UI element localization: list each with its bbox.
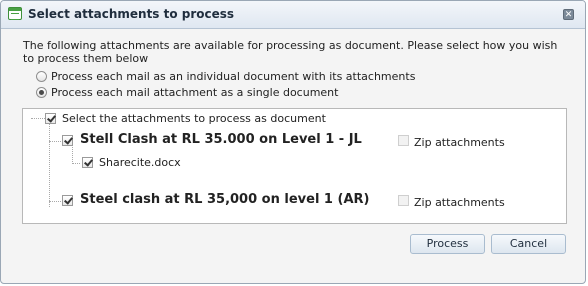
- close-icon[interactable]: ✕: [563, 9, 574, 20]
- cancel-button[interactable]: Cancel: [491, 234, 566, 254]
- root-select-checkbox[interactable]: [45, 113, 56, 124]
- tree-connector: [31, 118, 45, 119]
- tree-connector: [72, 147, 73, 164]
- select-attachments-dialog: Select attachments to process ✕ The foll…: [0, 0, 586, 284]
- tree-connector: [49, 124, 50, 207]
- tree-connector: [72, 163, 80, 164]
- option-individual-document-label: Process each mail as an individual docum…: [51, 69, 416, 83]
- mail-1-label: Stell Clash at RL 35.000 on Level 1 - JL: [80, 132, 362, 147]
- tree-connector: [49, 201, 61, 202]
- process-button[interactable]: Process: [410, 234, 485, 254]
- mail-2-zip-label: Zip attachments: [414, 196, 505, 209]
- option-single-document-radio[interactable]: [36, 86, 47, 98]
- mail-1-checkbox[interactable]: [62, 135, 73, 146]
- attachments-tree: Select the attachments to process as doc…: [22, 108, 567, 224]
- dialog-content: The following attachments are available …: [1, 29, 585, 283]
- option-individual-document-radio[interactable]: [36, 70, 47, 82]
- mail-2-label: Steel clash at RL 35,000 on level 1 (AR): [80, 192, 370, 207]
- dialog-titlebar[interactable]: Select attachments to process ✕: [1, 1, 585, 29]
- mail-1-zip-checkbox[interactable]: [398, 135, 409, 146]
- tree-connector: [49, 141, 61, 142]
- dialog-title: Select attachments to process: [28, 7, 235, 21]
- attachment-label: Sharecite.docx: [99, 156, 181, 169]
- root-select-label: Select the attachments to process as doc…: [62, 112, 326, 125]
- option-single-document-label: Process each mail attachment as a single…: [51, 85, 339, 99]
- intro-text: The following attachments are available …: [23, 39, 558, 65]
- option-single-document[interactable]: Process each mail attachment as a single…: [36, 85, 338, 99]
- mail-1-zip-label: Zip attachments: [414, 136, 505, 149]
- mail-2-checkbox[interactable]: [62, 195, 73, 206]
- attachment-checkbox[interactable]: [82, 157, 93, 168]
- mail-2-zip-checkbox[interactable]: [398, 195, 409, 206]
- option-individual-document[interactable]: Process each mail as an individual docum…: [36, 69, 415, 83]
- dialog-window-icon: [8, 7, 22, 20]
